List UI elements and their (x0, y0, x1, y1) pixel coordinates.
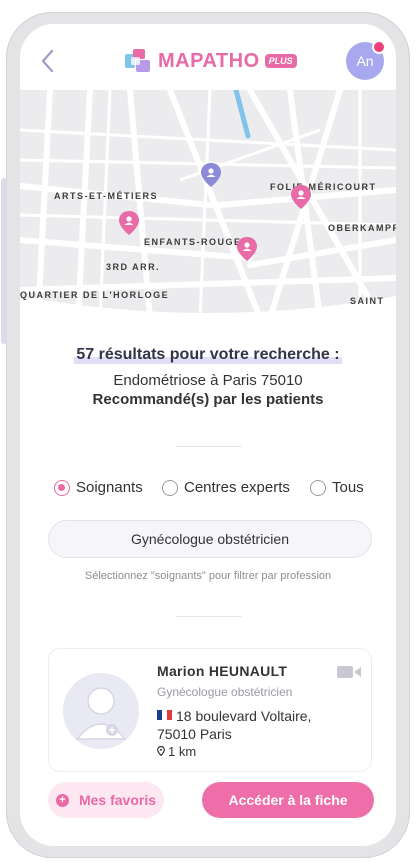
add-favorite-icon: + (55, 793, 69, 807)
open-profile-button[interactable]: Accéder à la fiche (202, 782, 374, 818)
radio-soignants[interactable]: Soignants (54, 479, 143, 496)
results-summary: 57 résultats pour votre recherche : Endo… (20, 346, 396, 408)
radio-checked-icon (54, 479, 70, 496)
practitioner-address: 18 boulevard Voltaire, 75010 Paris (157, 707, 357, 743)
map-label: ENFANTS-ROUGES (144, 237, 250, 247)
practitioner-avatar-icon (63, 673, 139, 749)
distance-value: 1 km (168, 744, 197, 759)
top-bar: MAPATHO PLUS An (20, 24, 396, 90)
results-subtitle: Recommandé(s) par les patients (92, 391, 324, 408)
french-flag-icon (157, 710, 172, 720)
address-line-2: 75010 Paris (157, 726, 232, 742)
map-label: ARTS-ET-MÉTIERS (54, 191, 159, 201)
radio-tous[interactable]: Tous (310, 479, 364, 496)
practitioner-card[interactable]: Marion HEUNAULT Gynécologue obstétricien… (48, 648, 372, 772)
profession-select-value: Gynécologue obstétricien (131, 531, 289, 547)
favorites-button[interactable]: + Mes favoris (48, 782, 164, 818)
radio-centres-experts[interactable]: Centres experts (162, 479, 290, 496)
radio-label: Tous (332, 479, 364, 496)
results-count-title: 57 résultats pour votre recherche : (74, 346, 342, 364)
map-label: OBERKAMPF (328, 223, 396, 233)
doctor-pin-icon[interactable] (290, 184, 312, 210)
map-streets (20, 90, 396, 318)
practitioner-distance: 1 km (157, 744, 196, 759)
avatar-initials: An (356, 53, 374, 69)
video-consultation-icon (337, 666, 361, 678)
location-pin-icon (157, 745, 165, 757)
favorites-button-label: Mes favoris (78, 792, 157, 808)
map-label: QUARTIER DE L'HORLOGE (20, 290, 170, 300)
radio-label: Soignants (76, 479, 143, 496)
notification-dot (372, 40, 386, 54)
back-arrow-icon[interactable] (38, 48, 58, 74)
logo-text: MAPATHO (158, 49, 260, 72)
practitioner-specialty: Gynécologue obstétricien (157, 685, 293, 699)
doctor-pin-icon[interactable] (118, 210, 140, 236)
app-screen: MAPATHO PLUS An ARTS-ET-MÉTIERS FOLIE-MÉ… (20, 24, 396, 846)
practitioner-name: Marion HEUNAULT (157, 663, 288, 679)
radio-unchecked-icon (162, 479, 178, 496)
map-view[interactable]: ARTS-ET-MÉTIERS FOLIE-MÉRICOURT OBERKAMP… (20, 90, 396, 318)
search-query: Endométriose à Paris 75010 (113, 372, 303, 389)
logo-mark-icon (125, 49, 150, 72)
section-divider (176, 616, 242, 617)
map-label: 3RD ARR. (106, 262, 161, 272)
phone-side-button (1, 178, 7, 344)
map-label: FOLIE-MÉRICOURT (270, 182, 377, 192)
address-line-1: 18 boulevard Voltaire, (176, 708, 312, 724)
profession-select[interactable]: Gynécologue obstétricien (48, 520, 372, 558)
filter-hint: Sélectionnez "soignants" pour filtrer pa… (84, 570, 332, 582)
user-avatar[interactable]: An (346, 40, 386, 80)
radio-unchecked-icon (310, 479, 326, 496)
current-location-pin-icon[interactable] (200, 162, 222, 188)
result-type-filter: Soignants Centres experts Tous (54, 479, 384, 501)
section-divider (176, 446, 242, 447)
radio-label: Centres experts (184, 479, 290, 496)
app-logo: MAPATHO PLUS (124, 48, 297, 74)
logo-plus-badge: PLUS (264, 54, 297, 68)
map-label: SAINT (350, 296, 385, 306)
open-profile-button-label: Accéder à la fiche (228, 792, 348, 808)
doctor-pin-icon[interactable] (236, 236, 258, 262)
